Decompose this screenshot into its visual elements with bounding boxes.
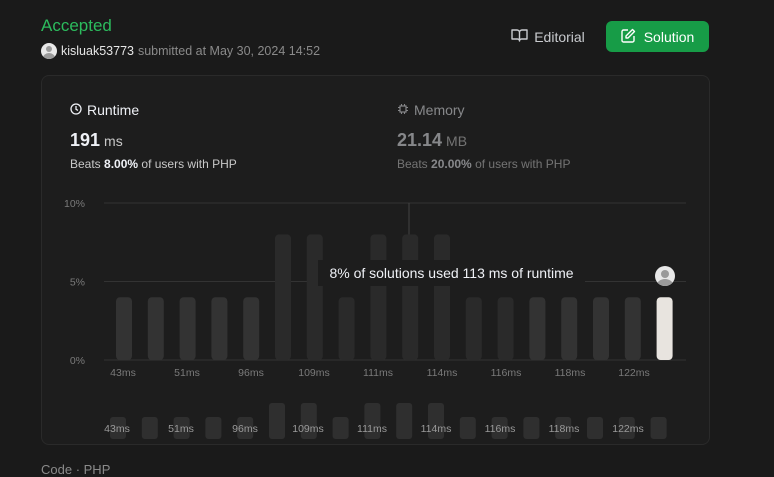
overview-tick-label: 122ms xyxy=(612,423,644,435)
overview-bar xyxy=(332,417,349,439)
x-tick-label: 109ms xyxy=(298,367,330,379)
submission-status: Accepted xyxy=(41,16,112,35)
overview-tick-label: 109ms xyxy=(292,423,324,435)
chart-bar xyxy=(434,234,450,360)
book-open-icon xyxy=(511,28,528,46)
y-tick-label: 0% xyxy=(70,355,85,367)
overview-tick-label: 51ms xyxy=(168,423,194,435)
chart-bar xyxy=(306,234,323,360)
chart-bar xyxy=(211,297,228,360)
username-link[interactable]: kisluak53773 xyxy=(61,44,134,58)
x-tick-label: 114ms xyxy=(427,367,458,379)
editorial-label: Editorial xyxy=(534,28,585,45)
x-tick-label: 116ms xyxy=(491,367,522,379)
overview-bar xyxy=(459,417,476,439)
chart-bar xyxy=(275,234,291,360)
overview-tick-label: 43ms xyxy=(104,423,130,435)
chart-bar xyxy=(370,234,387,360)
chart-bar xyxy=(624,297,641,360)
overview-bar xyxy=(269,403,285,439)
solution-label: Solution xyxy=(643,28,695,45)
chart-bar xyxy=(402,234,419,360)
chart-bar xyxy=(656,297,673,360)
x-tick-label: 111ms xyxy=(363,367,393,379)
pencil-square-icon xyxy=(621,28,636,46)
your-submission-avatar xyxy=(655,266,675,286)
overview-tick-label: 116ms xyxy=(485,423,516,435)
chart-bar xyxy=(465,297,482,360)
chart-bar xyxy=(116,297,132,360)
chart-bar xyxy=(529,297,546,360)
overview-bar xyxy=(587,417,603,439)
overview-bar xyxy=(205,417,222,439)
editorial-button[interactable]: Editorial xyxy=(504,21,592,52)
chart-bar xyxy=(497,297,514,360)
chart-bar xyxy=(593,297,609,360)
overview-bar xyxy=(396,403,413,439)
x-tick-label: 118ms xyxy=(555,367,586,379)
overview-bar xyxy=(523,417,540,439)
solution-button[interactable]: Solution xyxy=(606,21,709,52)
x-tick-label: 96ms xyxy=(238,367,264,379)
chart-bar xyxy=(243,297,260,360)
overview-tick-label: 96ms xyxy=(232,423,258,435)
overview-bar xyxy=(650,417,667,439)
user-avatar[interactable] xyxy=(41,43,57,59)
x-tick-label: 51ms xyxy=(174,367,200,379)
x-tick-label: 122ms xyxy=(618,367,650,379)
performance-card: Runtime 191 ms Beats 8.00% of users with … xyxy=(41,75,710,445)
overview-tick-label: 118ms xyxy=(549,423,580,435)
chart-bar xyxy=(147,297,164,360)
chart-tooltip: 8% of solutions used 113 ms of runtime xyxy=(318,260,585,286)
chart-bar xyxy=(179,297,196,360)
y-tick-label: 5% xyxy=(70,277,85,289)
chart-bar xyxy=(338,297,355,360)
overview-tick-label: 111ms xyxy=(357,423,387,435)
submission-meta: kisluak53773 submitted at May 30, 2024 1… xyxy=(41,43,320,59)
x-tick-label: 43ms xyxy=(110,367,136,379)
submitted-at: submitted at May 30, 2024 14:52 xyxy=(137,44,321,58)
overview-bar xyxy=(141,417,158,439)
y-tick-label: 10% xyxy=(64,198,85,210)
overview-tick-label: 114ms xyxy=(421,423,452,435)
chart-bar xyxy=(561,297,578,360)
